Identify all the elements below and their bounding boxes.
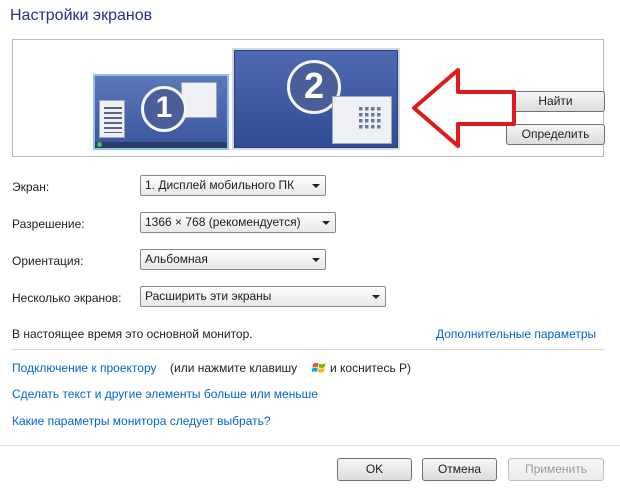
projector-hint-suffix: и коснитесь P)	[330, 361, 412, 375]
taskbar	[95, 142, 227, 148]
projector-hint-text: (или нажмите клавишу	[170, 361, 298, 375]
screen-label: Экран:	[12, 180, 50, 194]
text-size-link[interactable]: Сделать текст и другие элементы больше и…	[12, 387, 318, 401]
screen-select-value: 1. Дисплей мобильного ПК	[145, 178, 295, 192]
ok-button[interactable]: OK	[337, 458, 412, 481]
apply-button[interactable]: Применить	[508, 458, 604, 481]
multiple-displays-label: Несколько экранов:	[12, 291, 122, 305]
monitor-1-thumbnail[interactable]: 1	[93, 74, 229, 150]
screen-select[interactable]: 1. Дисплей мобильного ПК	[140, 175, 326, 196]
window-title: Настройки экранов	[10, 7, 153, 24]
calculator-grid-icon	[359, 107, 381, 129]
red-arrow-icon	[412, 68, 516, 148]
resolution-select[interactable]: 1366 × 768 (рекомендуется)	[140, 212, 336, 233]
monitor-number-badge: 1	[141, 86, 187, 132]
multiple-displays-select[interactable]: Расширить эти экраны	[140, 286, 386, 307]
chevron-down-icon	[322, 221, 330, 225]
windows-logo-icon	[312, 362, 326, 373]
chevron-down-icon	[372, 295, 380, 299]
orientation-select[interactable]: Альбомная	[140, 249, 326, 270]
footer-divider	[0, 445, 620, 446]
find-button[interactable]: Найти	[506, 91, 605, 112]
which-settings-link[interactable]: Какие параметры монитора следует выбрать…	[12, 414, 271, 428]
window-thumbnail	[99, 100, 125, 138]
resolution-select-value: 1366 × 768 (рекомендуется)	[145, 215, 301, 229]
detect-button[interactable]: Определить	[506, 124, 605, 145]
orientation-label: Ориентация:	[12, 254, 84, 268]
divider	[12, 349, 604, 350]
advanced-settings-link[interactable]: Дополнительные параметры	[436, 327, 596, 341]
chevron-down-icon	[312, 184, 320, 188]
multiple-displays-select-value: Расширить эти экраны	[145, 289, 272, 303]
primary-monitor-note: В настоящее время это основной монитор.	[12, 327, 253, 341]
cancel-button[interactable]: Отмена	[422, 458, 497, 481]
window-thumbnail	[332, 96, 392, 144]
text-lines-icon	[104, 107, 122, 133]
monitor-2-thumbnail[interactable]: 2	[232, 48, 400, 150]
resolution-label: Разрешение:	[12, 217, 85, 231]
chevron-down-icon	[312, 258, 320, 262]
orientation-select-value: Альбомная	[145, 252, 208, 266]
start-orb-icon	[97, 142, 102, 147]
connect-projector-link[interactable]: Подключение к проектору	[12, 361, 157, 375]
